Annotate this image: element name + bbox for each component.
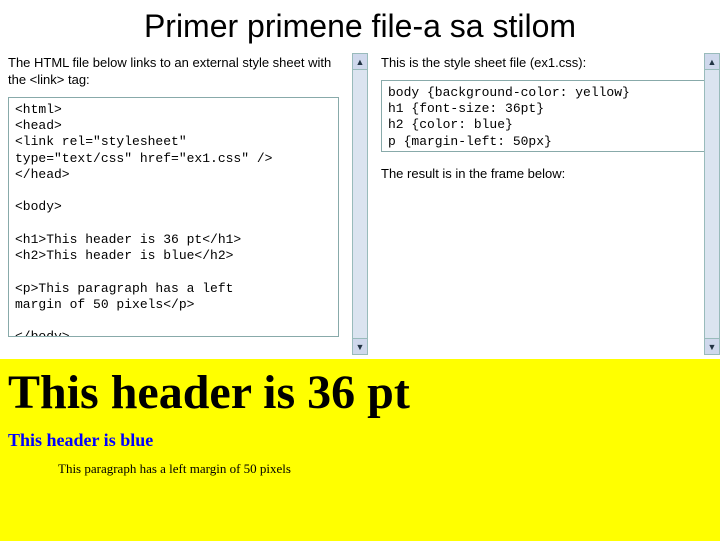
css-code-box: body {background-color: yellow} h1 {font… <box>381 80 712 152</box>
right-pane-scrollbar[interactable]: ▲ ▼ <box>704 53 720 355</box>
left-pane: The HTML file below links to an external… <box>0 49 345 359</box>
left-pane-scrollbar[interactable]: ▲ ▼ <box>352 53 368 355</box>
scroll-down-icon[interactable]: ▼ <box>705 338 719 354</box>
result-intro-text: The result is in the frame below: <box>381 166 712 181</box>
rendered-h2: This header is blue <box>8 430 712 451</box>
left-intro-text: The HTML file below links to an external… <box>8 55 339 89</box>
scroll-down-icon[interactable]: ▼ <box>353 338 367 354</box>
rendered-h1: This header is 36 pt <box>8 365 712 420</box>
right-pane: This is the style sheet file (ex1.css): … <box>375 49 720 359</box>
slide-title: Primer primene file-a sa stilom <box>0 0 720 49</box>
pane-divider: ▲ ▼ <box>345 49 375 359</box>
right-intro-text: This is the style sheet file (ex1.css): <box>381 55 712 72</box>
rendered-result-frame: This header is 36 pt This header is blue… <box>0 359 720 541</box>
scroll-up-icon[interactable]: ▲ <box>705 54 719 70</box>
scroll-up-icon[interactable]: ▲ <box>353 54 367 70</box>
panes-container: The HTML file below links to an external… <box>0 49 720 359</box>
html-code-box: <html> <head> <link rel="stylesheet" typ… <box>8 97 339 337</box>
rendered-paragraph: This paragraph has a left margin of 50 p… <box>58 461 712 477</box>
